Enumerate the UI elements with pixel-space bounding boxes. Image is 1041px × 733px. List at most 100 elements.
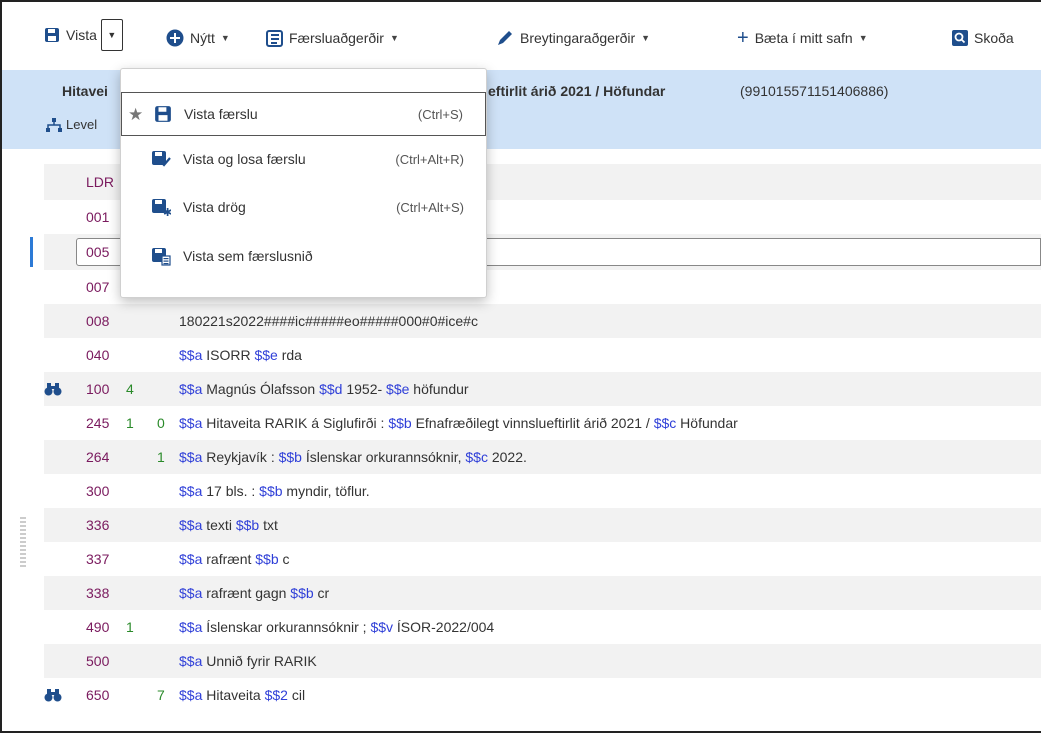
subfield-value: rafrænt [202, 551, 256, 567]
marc-field-row[interactable]: 040 $$a ISORR $$e rda [44, 338, 1041, 372]
add-collection-label: Bæta í mitt safn [754, 30, 853, 46]
menu-item-label: Vista og losa færslu [183, 151, 306, 167]
field-tag: 650 [86, 687, 110, 703]
field-tag: 500 [86, 653, 110, 669]
field-tag: 008 [86, 313, 110, 329]
svg-text:✱: ✱ [163, 206, 171, 217]
subfield-code: $$b [255, 551, 279, 567]
field-tag: 338 [86, 585, 110, 601]
marc-field-row[interactable]: 245 1 0 $$a Hitaveita RARIK á Siglufirði : … [44, 406, 1041, 440]
subfield-value: txt [259, 517, 278, 533]
marc-field-row[interactable]: 336 $$a texti $$b txt [44, 508, 1041, 542]
field-tag: 337 [86, 551, 110, 567]
field-content[interactable]: $$a Reykjavík : $$b Íslenskar orkurannsó… [179, 449, 527, 465]
save-dropdown-menu: ★ Vista færslu (Ctrl+S) Vista og losa fæ… [120, 68, 487, 298]
marc-field-row[interactable]: 490 1 $$a Íslenskar orkurannsóknir ; $$v Í… [44, 610, 1041, 644]
subfield-value: Reykjavík : [202, 449, 279, 465]
field-tag: 040 [86, 347, 110, 363]
field-content[interactable]: $$a Magnús Ólafsson $$d 1952- $$e höfund… [179, 381, 469, 397]
save-label: Vista [66, 27, 97, 43]
field-tag: 100 [86, 381, 110, 397]
menu-item-save-and-release[interactable]: Vista og losa færslu (Ctrl+Alt+R) [121, 137, 486, 181]
marc-field-row[interactable]: 100 4 $$a Magnús Ólafsson $$d 1952- $$e hö… [44, 372, 1041, 406]
menu-item-shortcut: (Ctrl+Alt+R) [395, 151, 464, 167]
field-content[interactable]: $$a rafrænt gagn $$b cr [179, 585, 329, 601]
edit-actions-label: Breytingaraðgerðir [520, 30, 636, 46]
save-button[interactable]: Vista [40, 19, 101, 51]
menu-item-save-as-template[interactable]: Vista sem færslusnið [121, 234, 486, 278]
save-dropdown-toggle[interactable]: ▼ [100, 19, 123, 51]
field-content[interactable]: $$a rafrænt $$b c [179, 551, 290, 567]
marc-field-row[interactable]: 008 180221s2022####ic#####eo#####000#0#ic… [44, 304, 1041, 338]
marc-field-row[interactable]: 500 $$a Unnið fyrir RARIK [44, 644, 1041, 678]
menu-item-save-draft[interactable]: ✱ Vista drög (Ctrl+Alt+S) [121, 185, 486, 229]
field-content[interactable]: $$a 17 bls. : $$b myndir, töflur. [179, 483, 370, 499]
field-content[interactable]: $$a texti $$b txt [179, 517, 278, 533]
view-button[interactable]: Skoða [952, 24, 1014, 52]
subfield-code: $$a [179, 483, 203, 499]
save-split-button: Vista ▼ [40, 19, 123, 51]
marc-field-row[interactable]: 300 $$a 17 bls. : $$b myndir, töflur. [44, 474, 1041, 508]
subfield-value: 2022. [487, 449, 527, 465]
indicator-1: 4 [126, 381, 134, 397]
menu-item-save-record[interactable]: ★ Vista færslu (Ctrl+S) [121, 92, 486, 136]
marc-field-row[interactable]: 264 1 $$a Reykjavík : $$b Íslenskar orkura… [44, 440, 1041, 474]
hierarchy-icon [46, 117, 62, 132]
field-content[interactable]: $$a Hitaveita $$2 cil [179, 687, 305, 703]
field-content[interactable]: 180221s2022####ic#####eo#####000#0#ice#c [179, 313, 478, 329]
field-content[interactable]: $$a ISORR $$e rda [179, 347, 302, 363]
field-content[interactable]: $$a Hitaveita RARIK á Siglufirði : $$b E… [179, 415, 738, 431]
level-label: Level [66, 117, 98, 132]
subfield-code: $$b [388, 415, 412, 431]
subfield-code: $$a [179, 551, 203, 567]
save-release-icon [152, 151, 171, 167]
subfield-code: $$a [179, 653, 203, 669]
subfield-value: höfundur [409, 381, 469, 397]
field-content[interactable]: $$a Unnið fyrir RARIK [179, 653, 317, 669]
marc-field-row[interactable]: 338 $$a rafrænt gagn $$b cr [44, 576, 1041, 610]
new-menu-button[interactable]: Nýtt ▼ [166, 24, 230, 52]
binoculars-icon[interactable] [44, 689, 62, 705]
record-title-start: Hitavei [62, 83, 108, 99]
new-label: Nýtt [190, 30, 215, 46]
star-icon[interactable]: ★ [128, 105, 143, 125]
subfield-code: $$a [179, 381, 203, 397]
field-tag: 245 [86, 415, 110, 431]
indicator-1: 1 [126, 619, 134, 635]
save-icon [45, 28, 59, 42]
marc-field-row[interactable]: 337 $$a rafrænt $$b c [44, 542, 1041, 576]
subfield-code: $$e [386, 381, 410, 397]
add-to-collection-menu[interactable]: + Bæta í mitt safn ▼ [737, 24, 868, 52]
plus-circle-icon [166, 29, 184, 47]
subfield-code: $$a [179, 347, 203, 363]
subfield-value: 1952- [342, 381, 387, 397]
focus-indicator [30, 237, 33, 267]
field-tag: 300 [86, 483, 110, 499]
subfield-value: ÍSOR-2022/004 [393, 619, 495, 635]
subfield-value: Unnið fyrir RARIK [202, 653, 317, 669]
subfield-code: $$d [319, 381, 343, 397]
binoculars-icon[interactable] [44, 383, 62, 399]
subfield-value: cr [313, 585, 330, 601]
field-tag: 007 [86, 279, 110, 295]
menu-item-shortcut: (Ctrl+S) [417, 106, 463, 122]
subfield-value: rafrænt gagn [202, 585, 291, 601]
indicator-2: 1 [157, 449, 165, 465]
edit-actions-menu[interactable]: Breytingaraðgerðir ▼ [496, 24, 650, 52]
resize-grip[interactable] [20, 517, 26, 569]
view-label: Skoða [974, 30, 1014, 46]
subfield-value: Magnús Ólafsson [202, 381, 320, 397]
subfield-value: cil [287, 687, 306, 703]
subfield-code: $$v [370, 619, 394, 635]
subfield-code: $$e [254, 347, 278, 363]
menu-item-label: Vista sem færslusnið [183, 248, 313, 264]
subfield-code: $$a [179, 415, 203, 431]
marc-field-row[interactable]: 650 7 $$a Hitaveita $$2 cil [44, 678, 1041, 712]
chevron-down-icon: ▼ [220, 33, 230, 43]
field-content[interactable]: $$a Íslenskar orkurannsóknir ; $$v ÍSOR-… [179, 619, 494, 635]
subfield-code: $$a [179, 687, 203, 703]
level-link[interactable]: Level [46, 117, 97, 132]
field-value-input[interactable] [487, 238, 1041, 266]
record-actions-menu[interactable]: Færsluaðgerðir ▼ [266, 24, 399, 52]
chevron-down-icon: ▼ [641, 33, 651, 43]
